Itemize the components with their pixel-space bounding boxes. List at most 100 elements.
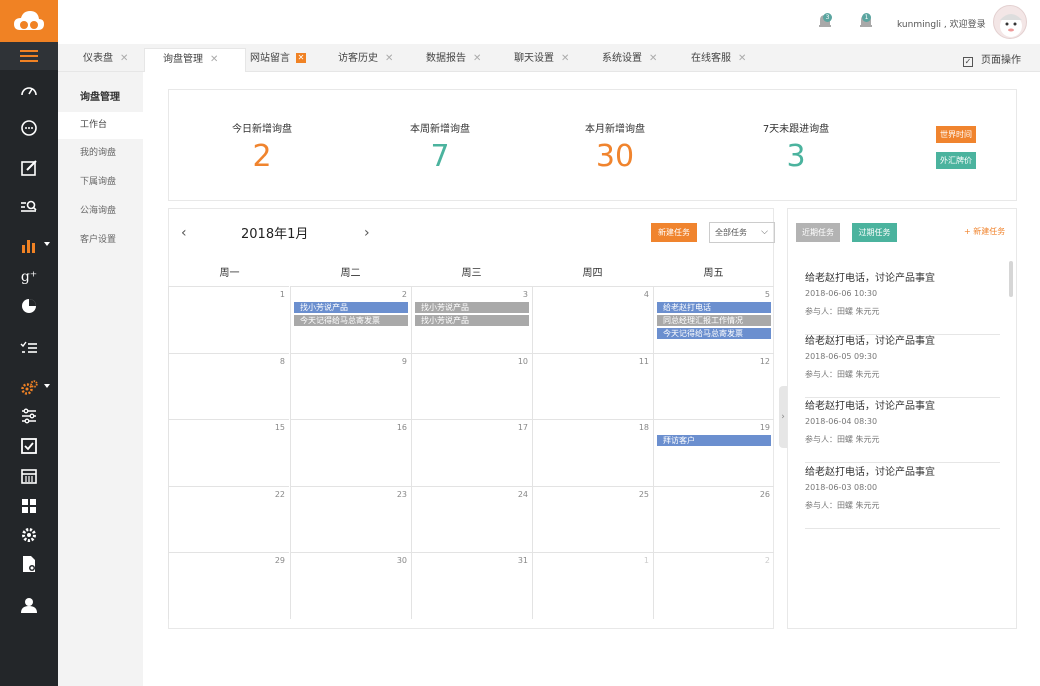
task-item[interactable]: 给老赵打电话，讨论产品事宜 2018-06-05 09:30 参与人：田螺 朱元… <box>805 332 1000 398</box>
calendar-event[interactable]: 找小芳说产品 <box>294 302 408 313</box>
stat-value: 2 <box>252 139 272 174</box>
calendar-day-cell[interactable]: 22 <box>168 485 289 552</box>
nav-system-settings[interactable] <box>0 520 58 550</box>
nav-dashboard[interactable] <box>0 76 58 106</box>
world-time-button[interactable]: 世界时间 <box>936 126 976 143</box>
nav-settings-group[interactable] <box>0 373 58 403</box>
collapse-panel-button[interactable]: › <box>779 386 787 448</box>
day-number: 30 <box>396 556 407 565</box>
nav-edit[interactable] <box>0 153 58 183</box>
calendar-day-cell[interactable]: 10 <box>411 352 532 419</box>
calendar-day-cell[interactable]: 30 <box>290 552 411 619</box>
nav-grid[interactable] <box>0 491 58 521</box>
notification-count-badge: 3 <box>823 13 832 22</box>
close-icon[interactable]: ✕ <box>210 54 218 65</box>
task-title: 给老赵打电话，讨论产品事宜 <box>805 401 935 412</box>
calendar-event[interactable]: 给老赵打电话 <box>657 302 771 313</box>
calendar-day-cell[interactable]: 15 <box>168 419 289 486</box>
tab-website-messages[interactable]: 网站留言 ✕ <box>250 50 306 72</box>
tab-chat-settings[interactable]: 聊天设置 ✕ <box>514 50 569 72</box>
nav-file-settings[interactable] <box>0 549 58 579</box>
calendar-day-cell[interactable]: 4 <box>532 286 653 353</box>
subnav-item-subordinate-inquiries[interactable]: 下属询盘 <box>58 169 143 196</box>
page-operations-button[interactable]: ✓ 页面操作 <box>963 51 1021 67</box>
scrollbar[interactable] <box>1009 261 1013 297</box>
calendar-day-cell[interactable]: 26 <box>653 485 774 552</box>
nav-pie[interactable] <box>0 291 58 321</box>
subnav-item-workbench[interactable]: 工作台 <box>58 112 143 139</box>
calendar-day-cell[interactable]: 11 <box>532 352 653 419</box>
nav-reports[interactable] <box>0 231 58 261</box>
calendar-day-cell[interactable]: 23 <box>290 485 411 552</box>
calendar-day-cell[interactable]: 8 <box>168 352 289 419</box>
overdue-tasks-tab[interactable]: 过期任务 <box>852 223 897 242</box>
calendar-event[interactable]: 今天记得给马总寄发票 <box>657 328 771 339</box>
calendar-day-cell[interactable]: 2 找小芳说产品 今天记得给马总寄发票 <box>290 286 411 353</box>
stat-month[interactable]: 本月新增询盘 30 <box>535 120 695 173</box>
calendar-event[interactable]: 拜访客户 <box>657 435 771 446</box>
nav-google-plus[interactable]: g⁺ <box>0 262 58 292</box>
tab-online-service[interactable]: 在线客服 ✕ <box>691 50 746 72</box>
calendar-day-cell[interactable]: 31 <box>411 552 532 619</box>
close-icon[interactable]: ✕ <box>649 53 657 64</box>
calendar-event[interactable]: 找小芳说产品 <box>415 302 529 313</box>
close-icon[interactable]: ✕ <box>561 53 569 64</box>
nav-search-list[interactable] <box>0 192 58 222</box>
calendar-day-cell[interactable]: 12 <box>653 352 774 419</box>
exchange-rate-button[interactable]: 外汇牌价 <box>936 152 976 169</box>
subnav-item-public-inquiries[interactable]: 公海询盘 <box>58 198 143 225</box>
close-icon[interactable]: ✕ <box>473 53 481 64</box>
stat-today[interactable]: 今日新增询盘 2 <box>182 120 342 173</box>
next-month-button[interactable]: › <box>364 225 370 241</box>
menu-toggle-button[interactable] <box>0 42 58 70</box>
nav-tasklist[interactable] <box>0 333 58 363</box>
calendar-day-cell[interactable]: 24 <box>411 485 532 552</box>
task-item[interactable]: 给老赵打电话，讨论产品事宜 2018-06-04 08:30 参与人：田螺 朱元… <box>805 397 1000 463</box>
calendar-day-cell[interactable]: 9 <box>290 352 411 419</box>
close-icon[interactable]: ✕ <box>738 53 746 64</box>
nav-user[interactable] <box>0 590 58 620</box>
nav-calendar[interactable] <box>0 461 58 491</box>
nav-checkbox[interactable] <box>0 431 58 461</box>
close-icon[interactable]: ✕ <box>296 53 306 63</box>
task-item[interactable]: 给老赵打电话，讨论产品事宜 2018-06-06 10:30 参与人：田螺 朱元… <box>805 269 1000 335</box>
calendar-day-cell[interactable]: 1 <box>168 286 289 353</box>
calendar-day-cell[interactable]: 16 <box>290 419 411 486</box>
prev-month-button[interactable]: ‹ <box>181 225 187 241</box>
tab-inquiry-management[interactable]: 询盘管理 ✕ <box>144 48 246 72</box>
subnav-item-customer-settings[interactable]: 客户设置 <box>58 227 143 254</box>
calendar-event[interactable]: 找小芳说产品 <box>415 315 529 326</box>
tab-data-reports[interactable]: 数据报告 ✕ <box>426 50 481 72</box>
tab-visitor-history[interactable]: 访客历史 ✕ <box>338 50 393 72</box>
close-icon[interactable]: ✕ <box>120 53 128 64</box>
calendar-day-cell[interactable]: 17 <box>411 419 532 486</box>
tab-dashboard[interactable]: 仪表盘 ✕ <box>83 50 128 72</box>
tab-system-settings[interactable]: 系统设置 ✕ <box>602 50 657 72</box>
stat-not-followed[interactable]: 7天未跟进询盘 3 <box>716 120 876 173</box>
day-number: 4 <box>643 290 649 299</box>
stat-week[interactable]: 本周新增询盘 7 <box>360 120 520 173</box>
logo[interactable] <box>0 0 58 42</box>
recent-tasks-tab[interactable]: 近期任务 <box>796 223 840 242</box>
calendar-day-cell[interactable]: 25 <box>532 485 653 552</box>
day-number: 18 <box>638 423 649 432</box>
nav-sliders[interactable] <box>0 401 58 431</box>
task-filter-select[interactable]: 全部任务 ⌵ <box>709 222 775 243</box>
user-welcome-text[interactable]: kunmingli , 欢迎登录 <box>897 17 986 30</box>
calendar-event[interactable]: 同总经理汇报工作情况 <box>657 315 771 326</box>
new-task-button[interactable]: 新建任务 <box>651 223 697 242</box>
nav-chat[interactable] <box>0 113 58 143</box>
subnav-item-my-inquiries[interactable]: 我的询盘 <box>58 140 143 167</box>
calendar-event[interactable]: 今天记得给马总寄发票 <box>294 315 408 326</box>
close-icon[interactable]: ✕ <box>385 53 393 64</box>
calendar-day-cell[interactable]: 29 <box>168 552 289 619</box>
new-task-link[interactable]: + 新建任务 <box>964 226 1005 237</box>
calendar-day-cell[interactable]: 5 给老赵打电话 同总经理汇报工作情况 今天记得给马总寄发票 <box>653 286 774 353</box>
calendar-day-cell[interactable]: 1 <box>532 552 653 619</box>
avatar[interactable] <box>993 5 1027 39</box>
calendar-day-cell[interactable]: 19 拜访客户 <box>653 419 774 486</box>
task-item[interactable]: 给老赵打电话，讨论产品事宜 2018-06-03 08:00 参与人：田螺 朱元… <box>805 463 1000 529</box>
calendar-day-cell[interactable]: 3 找小芳说产品 找小芳说产品 <box>411 286 532 353</box>
calendar-day-cell[interactable]: 18 <box>532 419 653 486</box>
calendar-day-cell[interactable]: 2 <box>653 552 774 619</box>
